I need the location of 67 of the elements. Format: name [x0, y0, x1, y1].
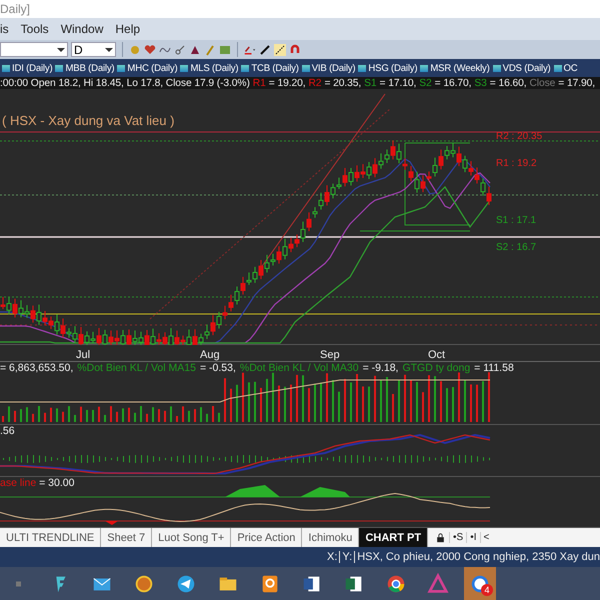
indicator-value: = -9.18,: [362, 362, 398, 374]
indicator-name: ase line: [0, 477, 36, 489]
chart-tab[interactable]: MHC (Daily): [117, 62, 178, 74]
level-value: = 17.90,: [558, 78, 595, 88]
indicator-value: = 6,863,653.50,: [0, 362, 74, 374]
chart-tab[interactable]: IDI (Daily): [2, 62, 52, 74]
notification-badge: 4: [481, 584, 493, 596]
indicator-value: = 30.00: [39, 477, 74, 489]
menu-item[interactable]: Help: [115, 22, 140, 36]
menu-item[interactable]: Tools: [20, 22, 49, 36]
price-level-label: S2 : 16.7: [496, 242, 536, 253]
caret-icon: [57, 48, 65, 52]
sheet-nav-button[interactable]: <: [480, 532, 492, 543]
caret-icon: [105, 48, 113, 52]
color-pen-icon[interactable]: [244, 44, 256, 56]
level-value: = 17.10,: [380, 78, 416, 88]
date-label: Sep: [320, 349, 340, 361]
triangle-icon: [427, 572, 449, 594]
chart-tab[interactable]: MSR (Weekly): [420, 62, 490, 74]
date-label: Oct: [428, 349, 446, 361]
taskbar-app[interactable]: 4: [464, 567, 496, 600]
indicator-value: .56: [0, 425, 15, 437]
x-coordinate-label: X:: [327, 551, 338, 563]
level-name: S2: [419, 78, 432, 88]
level-name: R1: [252, 78, 266, 88]
chart-title: ( HSX - Xay dung va Vat lieu ): [2, 113, 174, 128]
symbol-dropdown[interactable]: [0, 42, 68, 57]
menu-item[interactable]: is: [0, 22, 9, 36]
level-name: Close: [529, 78, 556, 88]
line-icon[interactable]: [259, 44, 271, 56]
dotted-line-icon[interactable]: [274, 44, 286, 56]
price-level-label: S1 : 17.1: [496, 215, 536, 226]
oversold-area: [105, 521, 118, 525]
level-name: S3: [474, 78, 487, 88]
level-value: = 20.35,: [324, 78, 362, 88]
level-value: = 16.60,: [490, 78, 526, 88]
menu-item[interactable]: Window: [60, 22, 104, 36]
chart-tab[interactable]: OC: [554, 62, 578, 74]
chart-tab[interactable]: HSG (Daily): [358, 62, 418, 74]
indicator-name: GTGD ty dong: [402, 362, 470, 374]
level-name: S1: [364, 78, 377, 88]
sheet-nav-button[interactable]: •I: [466, 532, 480, 543]
chart-tab[interactable]: MLS (Daily): [180, 62, 238, 74]
indicator-value: = 111.58: [474, 362, 514, 374]
status-text: HSX, Co phieu, 2000 Cong nghiep, 2350 Xay dun: [357, 551, 600, 563]
sheet-nav-button[interactable]: •S: [449, 532, 466, 543]
chart-tab[interactable]: VDS (Daily): [492, 62, 551, 74]
ohlc-readout: :00:00 Open 18.2, Hi 18.45, Lo 17.8, Close 17.9 (-3.0%): [0, 78, 250, 88]
indicator-name: %Dot Bien KL / Vol MA15: [77, 362, 196, 374]
price-level-label: R1 : 19.2: [496, 158, 537, 169]
price-level-label: R2 : 20.35: [496, 131, 542, 142]
sheet-tab[interactable]: CHART PT: [359, 528, 428, 547]
window-title: Daily]: [0, 2, 30, 16]
date-label: Jul: [76, 349, 90, 361]
level-value: = 19.20,: [268, 78, 306, 88]
chart-tab[interactable]: TCB (Daily): [241, 62, 299, 74]
date-label: Aug: [200, 349, 220, 361]
level-value: = 16.70,: [434, 78, 472, 88]
lock-icon[interactable]: [436, 532, 446, 542]
heart-icon[interactable]: [144, 44, 156, 56]
indicator-name: %Dot Bien KL / Vol MA30: [240, 362, 359, 374]
level-name: R2: [308, 78, 322, 88]
indicator-value: = -0.53,: [200, 362, 236, 374]
period-dropdown[interactable]: D: [71, 42, 116, 57]
chart-tab[interactable]: VIB (Daily): [302, 62, 356, 74]
chart-tab[interactable]: MBB (Daily): [55, 62, 114, 74]
y-coordinate-label: Y:: [342, 551, 352, 563]
